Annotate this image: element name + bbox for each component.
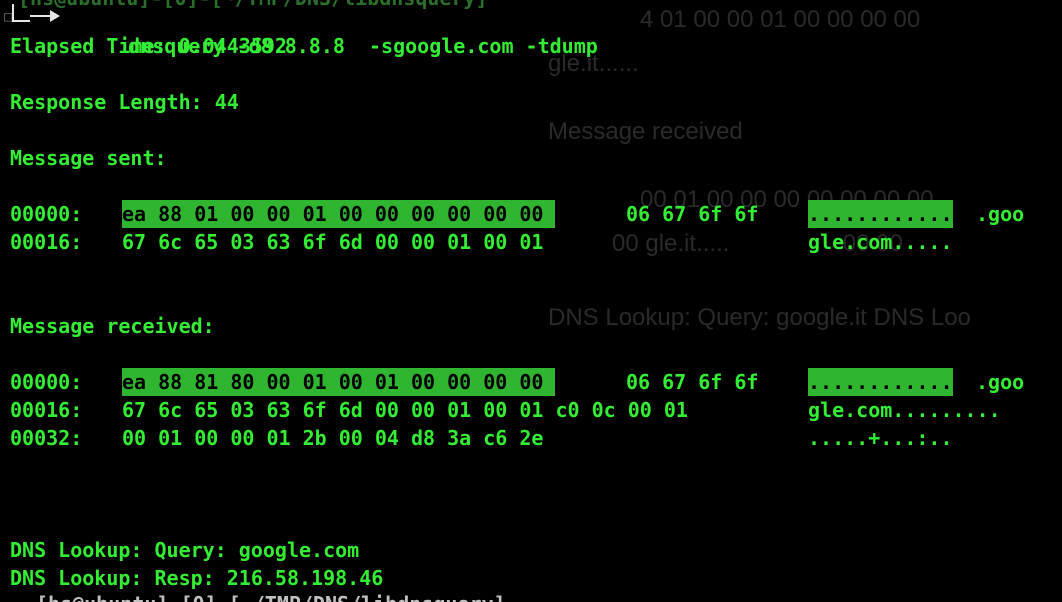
ascii-highlighted: ............ <box>808 200 953 228</box>
hex-row: 00000: ea 88 81 80 00 01 00 01 00 00 00 … <box>10 368 1060 396</box>
hex-highlighted-bytes: ea 88 01 00 00 01 00 00 00 00 00 00 <box>122 200 556 228</box>
ascii-text: gle.com..... <box>808 230 953 254</box>
hex-offset: 00000: <box>10 370 83 394</box>
hex-row: 00016: 67 6c 65 03 63 6f 6d 00 00 01 00 … <box>10 396 1060 424</box>
dns-lookup-query: DNS Lookup: Query: google.com <box>10 538 360 562</box>
ascii-text: .goo <box>976 370 1025 394</box>
prompt-arrow-icon <box>50 10 60 22</box>
message-sent-heading: Message sent: <box>10 146 167 170</box>
hex-bytes: 06 67 6f 6f <box>626 370 759 394</box>
hex-highlighted-bytes: ea 88 81 80 00 01 00 01 00 00 00 00 <box>122 368 556 396</box>
hex-row: 00016: 67 6c 65 03 63 6f 6d 00 00 01 00 … <box>10 228 1060 256</box>
prompt-dash-icon <box>30 15 50 17</box>
hex-offset: 00016: <box>10 230 83 254</box>
hex-bytes: 00 01 00 00 01 2b 00 04 d8 3a c6 2e <box>122 426 544 450</box>
background-ghost-line-1: 4 01 00 00 01 00 00 00 00 <box>640 6 921 33</box>
hex-bytes: 06 67 6f 6f <box>626 202 759 226</box>
response-length: Response Length: 44 <box>10 90 239 114</box>
ascii-text: gle.com......... <box>808 398 1001 422</box>
ascii-highlighted: ............ <box>808 368 953 396</box>
hex-bytes: 67 6c 65 03 63 6f 6d 00 00 01 00 01 c0 0… <box>122 398 688 422</box>
elapsed-time: Elapsed Time: 0.0443592 <box>10 34 287 58</box>
hex-offset: 00016: <box>10 398 83 422</box>
ascii-text: .goo <box>976 202 1025 226</box>
terminal-window[interactable]: 4 01 00 00 01 00 00 00 00 gle.it...... M… <box>0 0 1062 602</box>
background-ghost-line-3: Message received <box>548 118 743 145</box>
background-ghost-line-6: DNS Lookup: Query: google.it DNS Loo <box>548 304 971 331</box>
hex-row: 00000: ea 88 01 00 00 01 00 00 00 00 00 … <box>10 200 1060 228</box>
hex-bytes: 67 6c 65 03 63 6f 6d 00 00 01 00 01 <box>122 230 544 254</box>
message-received-heading: Message received: <box>10 314 215 338</box>
prompt-corner-icon <box>12 4 30 22</box>
hex-offset: 00032: <box>10 426 83 450</box>
ascii-text: .....+...:.. <box>808 426 953 450</box>
bottom-prompt: [hs@ubuntu]-[0]-[~/TMP/DNS/libdnsquery] <box>0 590 506 602</box>
dns-lookup-response: DNS Lookup: Resp: 216.58.198.46 <box>10 566 384 590</box>
hex-offset: 00000: <box>10 202 83 226</box>
hex-row: 00032: 00 01 00 00 01 2b 00 04 d8 3a c6 … <box>10 424 1060 452</box>
command-line: dnsquery -d8.8.8.8 -sgoogle.com -tdump <box>80 4 598 58</box>
